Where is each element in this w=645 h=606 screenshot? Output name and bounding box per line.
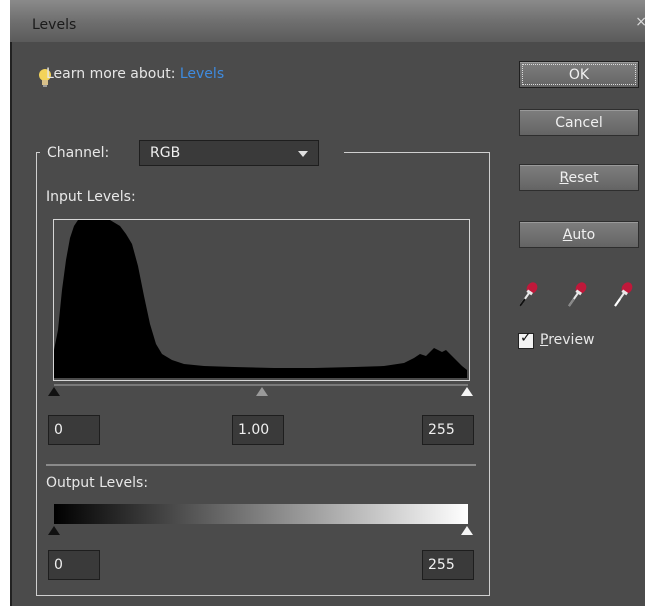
preview-label[interactable]: Preview bbox=[540, 332, 595, 348]
eyedropper-gray-icon[interactable] bbox=[566, 279, 588, 309]
channel-label: Channel: bbox=[47, 145, 110, 161]
auto-label-rest: uto bbox=[572, 227, 596, 243]
input-gamma-field[interactable]: 1.00 bbox=[232, 415, 284, 445]
input-black-handle[interactable] bbox=[48, 387, 60, 396]
channel-value: RGB bbox=[150, 145, 181, 161]
output-black-handle[interactable] bbox=[48, 526, 60, 535]
reset-button[interactable]: Reset bbox=[519, 164, 639, 191]
reset-label-rest: eset bbox=[568, 170, 599, 186]
levels-divider bbox=[46, 464, 476, 466]
preview-mnemonic: P bbox=[540, 332, 549, 348]
output-levels-label: Output Levels: bbox=[46, 475, 149, 491]
auto-button[interactable]: Auto bbox=[519, 221, 639, 248]
dialog-body: Learn more about: Levels OK Cancel Reset… bbox=[10, 42, 645, 606]
eyedropper-black-icon[interactable] bbox=[517, 279, 539, 309]
input-gamma-handle[interactable] bbox=[256, 387, 268, 396]
channel-select[interactable]: RGB bbox=[139, 140, 319, 166]
chevron-down-icon bbox=[298, 151, 308, 157]
input-black-field[interactable]: 0 bbox=[48, 415, 100, 445]
eyedropper-white-icon[interactable] bbox=[612, 279, 634, 309]
ok-button[interactable]: OK bbox=[519, 61, 639, 88]
output-white-field[interactable]: 255 bbox=[422, 550, 474, 580]
preview-label-rest: review bbox=[548, 332, 595, 348]
title-bar[interactable]: Levels × bbox=[10, 0, 645, 43]
histogram-plot bbox=[54, 220, 467, 378]
learn-more-text: Learn more about: Levels bbox=[46, 66, 224, 82]
input-white-field[interactable]: 255 bbox=[422, 415, 474, 445]
preview-checkbox[interactable] bbox=[518, 330, 534, 349]
input-slider-track[interactable] bbox=[54, 384, 468, 386]
output-black-field[interactable]: 0 bbox=[48, 550, 100, 580]
input-levels-label: Input Levels: bbox=[46, 189, 136, 205]
cancel-button[interactable]: Cancel bbox=[519, 109, 639, 136]
reset-mnemonic: R bbox=[559, 170, 569, 186]
close-icon[interactable]: × bbox=[635, 14, 645, 30]
output-gradient bbox=[54, 504, 468, 524]
histogram bbox=[53, 219, 470, 381]
learn-more-prefix: Learn more about: bbox=[46, 66, 180, 82]
input-white-handle[interactable] bbox=[461, 387, 473, 396]
output-white-handle[interactable] bbox=[461, 526, 473, 535]
window-title: Levels bbox=[32, 17, 77, 33]
auto-mnemonic: A bbox=[562, 227, 573, 243]
learn-more-link[interactable]: Levels bbox=[180, 66, 224, 82]
levels-dialog: Levels × Learn more about: Levels OK Can… bbox=[0, 0, 645, 606]
